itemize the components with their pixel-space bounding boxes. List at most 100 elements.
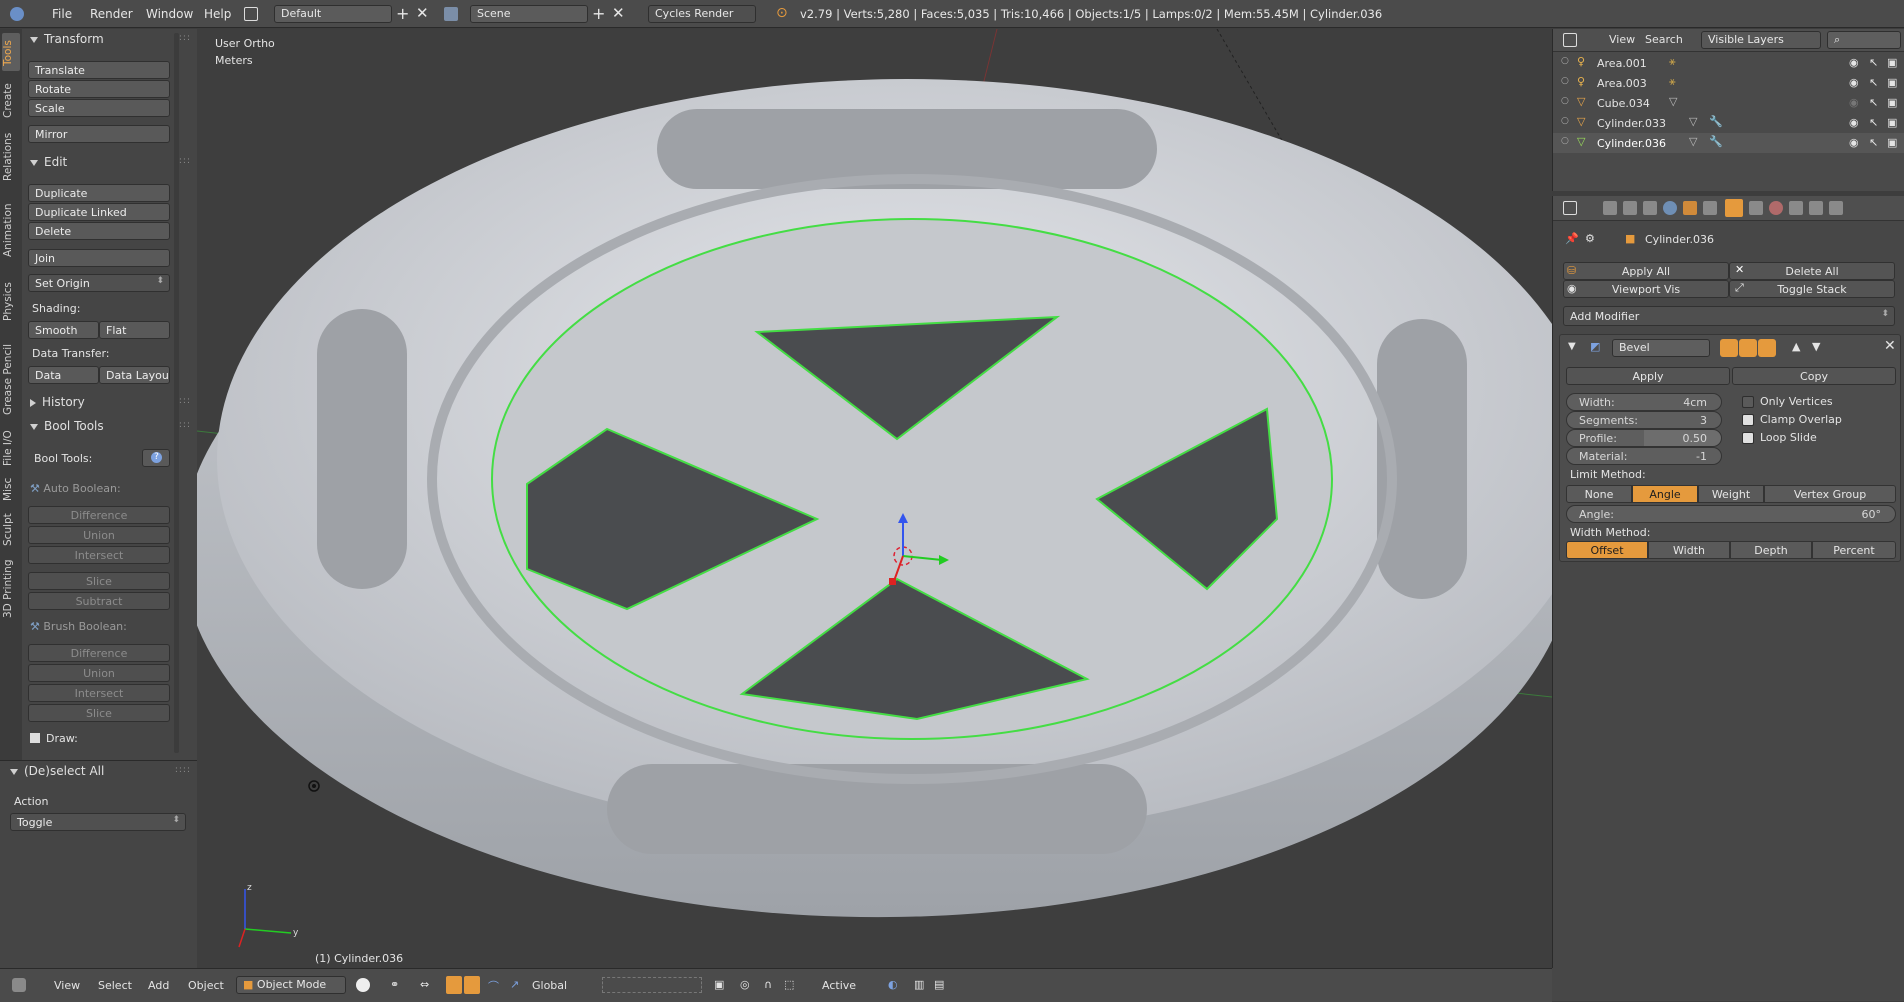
viewport-toggle-eye-icon[interactable] bbox=[1739, 339, 1757, 357]
limit-none-option[interactable]: None bbox=[1566, 485, 1632, 503]
gizmo-x-handle[interactable] bbox=[889, 578, 896, 585]
properties-editor-icon[interactable] bbox=[1563, 201, 1577, 215]
menu-view[interactable]: View bbox=[54, 979, 80, 992]
tab-misc[interactable]: Misc bbox=[2, 473, 20, 505]
auto-union-button[interactable]: Union bbox=[28, 526, 170, 544]
viewport-shading-icon[interactable] bbox=[356, 978, 370, 992]
segments-field[interactable]: Segments: 3 bbox=[1566, 411, 1722, 429]
width-method-offset-option[interactable]: Offset bbox=[1566, 541, 1648, 559]
rotate-manipulator-icon[interactable] bbox=[464, 976, 480, 994]
modifier-apply-button[interactable]: Apply bbox=[1566, 367, 1730, 385]
render-preview-icon[interactable]: ◐ bbox=[888, 978, 898, 991]
selectable-arrow-icon[interactable]: ↖ bbox=[1869, 116, 1878, 129]
angle-field[interactable]: Angle: 60° bbox=[1566, 505, 1896, 523]
3d-viewport[interactable]: z y User Ortho Meters (1) Cylinder.036 bbox=[197, 29, 1552, 968]
add-screen-icon[interactable]: + bbox=[396, 4, 409, 23]
modifier-name-field[interactable]: Bevel bbox=[1612, 339, 1710, 357]
tab-physics[interactable]: Physics bbox=[2, 273, 20, 331]
snap-target-select[interactable]: Active bbox=[822, 979, 856, 992]
tab-file-io[interactable]: File I/O bbox=[2, 425, 20, 471]
translate-manipulator-icon[interactable] bbox=[446, 976, 462, 994]
outliner-row[interactable]: ○ ♀ Area.003 ⚹ ◉ ↖ ▣ bbox=[1553, 73, 1904, 93]
selectable-arrow-icon[interactable]: ↖ bbox=[1869, 56, 1878, 69]
toggle-stack-button[interactable]: Toggle Stack bbox=[1729, 280, 1895, 298]
renderable-camera-icon[interactable]: ▣ bbox=[1887, 96, 1897, 109]
help-button[interactable]: ? bbox=[142, 449, 170, 467]
screen-layout-icon[interactable] bbox=[244, 7, 258, 21]
edit-mode-toggle-icon[interactable] bbox=[1720, 339, 1738, 357]
visibility-eye-icon[interactable]: ◉ bbox=[1849, 56, 1859, 69]
duplicate-linked-button[interactable]: Duplicate Linked bbox=[28, 203, 170, 221]
data-button[interactable]: Data bbox=[28, 366, 99, 384]
menu-add[interactable]: Add bbox=[148, 979, 169, 992]
outliner-row-selected[interactable]: ○ ▽ Cylinder.036 ▽ 🔧 ◉ ↖ ▣ bbox=[1553, 133, 1904, 153]
move-down-icon[interactable]: ▼ bbox=[1812, 340, 1820, 353]
apply-all-button[interactable]: Apply All bbox=[1563, 262, 1729, 280]
data-tab-icon[interactable] bbox=[1749, 201, 1763, 215]
rotate-button[interactable]: Rotate bbox=[28, 80, 170, 98]
material-tab-icon[interactable] bbox=[1769, 201, 1783, 215]
auto-subtract-button[interactable]: Subtract bbox=[28, 592, 170, 610]
scale-button[interactable]: Scale bbox=[28, 99, 170, 117]
object-tab-icon[interactable] bbox=[1683, 201, 1697, 215]
outliner-menu-search[interactable]: Search bbox=[1645, 33, 1683, 46]
limit-angle-option[interactable]: Angle bbox=[1632, 485, 1698, 503]
transform-panel-header[interactable]: Transform bbox=[30, 32, 104, 46]
mode-select[interactable]: ■ Object Mode bbox=[236, 976, 346, 994]
selectable-arrow-icon[interactable]: ↖ bbox=[1869, 96, 1878, 109]
render-toggle-icon[interactable] bbox=[1758, 339, 1776, 357]
tab-animation[interactable]: Animation bbox=[2, 191, 20, 269]
flat-button[interactable]: Flat bbox=[99, 321, 170, 339]
remove-modifier-icon[interactable]: ✕ bbox=[1884, 338, 1896, 354]
data-layout-button[interactable]: Data Layout bbox=[99, 366, 170, 384]
smooth-button[interactable]: Smooth bbox=[28, 321, 99, 339]
mirror-button[interactable]: Mirror bbox=[28, 125, 170, 143]
bool-tools-panel-header[interactable]: Bool Tools bbox=[30, 419, 104, 433]
translate-button[interactable]: Translate bbox=[28, 61, 170, 79]
modifier-copy-button[interactable]: Copy bbox=[1732, 367, 1896, 385]
menu-window[interactable]: Window bbox=[146, 7, 193, 21]
scene-field[interactable]: Scene bbox=[470, 5, 588, 23]
tab-3d-printing[interactable]: 3D Printing bbox=[2, 555, 20, 623]
viewport-editor-icon[interactable] bbox=[12, 978, 26, 992]
selectable-arrow-icon[interactable]: ↖ bbox=[1869, 76, 1878, 89]
outliner-search-field[interactable]: ⌕ bbox=[1827, 31, 1901, 49]
delete-button[interactable]: Delete bbox=[28, 222, 170, 240]
width-method-width-option[interactable]: Width bbox=[1648, 541, 1730, 559]
outliner-row[interactable]: ○ ▽ Cylinder.033 ▽ 🔧 ◉ ↖ ▣ bbox=[1553, 113, 1904, 133]
add-modifier-dropdown[interactable]: Add Modifier ⬍ bbox=[1563, 306, 1895, 326]
info-editor-icon[interactable] bbox=[10, 7, 24, 21]
scene-icon[interactable] bbox=[444, 7, 458, 21]
render-engine-select[interactable]: Cycles Render bbox=[648, 5, 756, 23]
action-dropdown[interactable]: Toggle ⬍ bbox=[10, 813, 186, 831]
layer-buttons[interactable] bbox=[602, 977, 702, 993]
opengl-anim-icon[interactable]: ▤ bbox=[934, 978, 944, 991]
brush-intersect-button[interactable]: Intersect bbox=[28, 684, 170, 702]
brush-union-button[interactable]: Union bbox=[28, 664, 170, 682]
collapse-chevron-icon[interactable]: ▼ bbox=[1568, 341, 1576, 352]
auto-intersect-button[interactable]: Intersect bbox=[28, 546, 170, 564]
object-name-breadcrumb[interactable]: Cylinder.036 bbox=[1645, 233, 1714, 246]
tab-create[interactable]: Create bbox=[2, 79, 20, 123]
viewport-vis-button[interactable]: Viewport Vis bbox=[1563, 280, 1729, 298]
remove-screen-icon[interactable]: ✕ bbox=[416, 4, 429, 22]
menu-render[interactable]: Render bbox=[90, 7, 133, 21]
snap-magnet-icon[interactable]: ∩ bbox=[764, 978, 772, 991]
modifiers-tab-icon[interactable] bbox=[1725, 199, 1743, 217]
selectable-arrow-icon[interactable]: ↖ bbox=[1869, 136, 1878, 149]
tab-sculpt[interactable]: Sculpt bbox=[2, 509, 20, 551]
renderable-camera-icon[interactable]: ▣ bbox=[1887, 76, 1897, 89]
scene-tab-icon[interactable] bbox=[1643, 201, 1657, 215]
proportional-edit-icon[interactable]: ◎ bbox=[740, 978, 750, 991]
renderable-camera-icon[interactable]: ▣ bbox=[1887, 116, 1897, 129]
join-button[interactable]: Join bbox=[28, 249, 170, 267]
tab-tools[interactable]: Tools bbox=[2, 37, 20, 69]
screen-layout-field[interactable]: Default bbox=[274, 5, 392, 23]
move-up-icon[interactable]: ▲ bbox=[1792, 340, 1800, 353]
width-method-percent-option[interactable]: Percent bbox=[1812, 541, 1896, 559]
menu-object[interactable]: Object bbox=[188, 979, 224, 992]
tool-shelf-scrollbar[interactable] bbox=[174, 33, 179, 753]
particles-tab-icon[interactable] bbox=[1809, 201, 1823, 215]
menu-help[interactable]: Help bbox=[204, 7, 231, 21]
brush-difference-button[interactable]: Difference bbox=[28, 644, 170, 662]
